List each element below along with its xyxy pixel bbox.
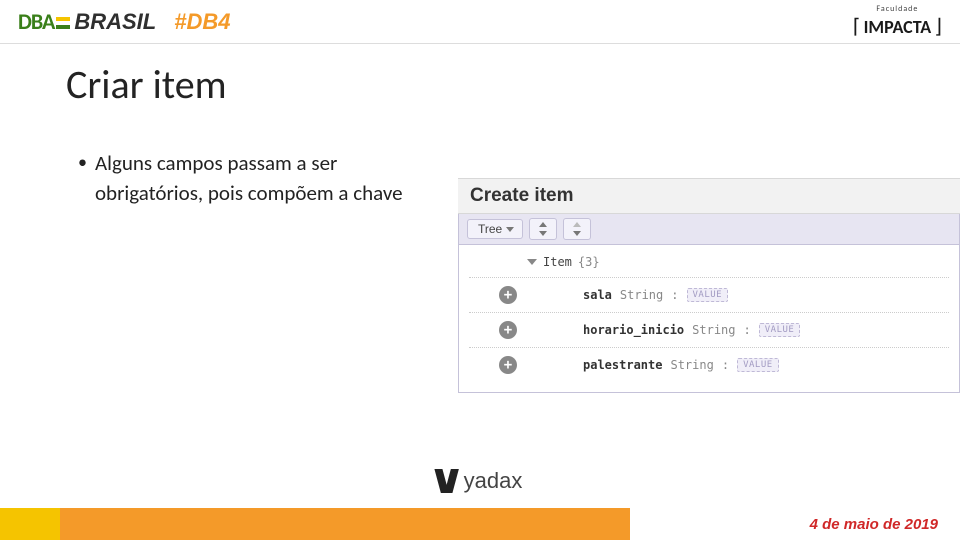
field-colon: :	[671, 288, 678, 302]
panel-toolbar: Tree	[458, 214, 960, 245]
sort-button-1[interactable]	[529, 218, 557, 240]
bullet-marker-icon: •	[78, 148, 87, 176]
footer-stripe-yellow	[0, 508, 60, 540]
field-value-input[interactable]: VALUE	[687, 288, 729, 302]
dba-text: DBA	[18, 8, 54, 35]
field-name: sala	[583, 288, 612, 302]
sort-arrows-icon	[570, 222, 584, 236]
bullet-text: Alguns campos passam a ser obrigatórios,…	[95, 148, 438, 208]
brazil-flag-icon	[56, 17, 70, 29]
tree-root-row[interactable]: Item {3}	[469, 251, 949, 277]
tree-dropdown-button[interactable]: Tree	[467, 219, 523, 239]
field-colon: :	[744, 323, 751, 337]
slide-title: Criar item	[66, 60, 227, 109]
sort-arrows-icon	[536, 222, 550, 236]
yadax-name: yadax	[464, 468, 523, 494]
slide-header: DBA BRASIL #DB4 Faculdade ⌈ IMPACTA ⌋	[0, 0, 960, 44]
footer-date: 4 de maio de 2019	[810, 516, 938, 533]
field-type: String	[692, 323, 735, 337]
dba-brasil-logo: DBA BRASIL	[18, 8, 156, 35]
tree-field-row: + sala String : VALUE	[469, 277, 949, 312]
field-name: palestrante	[583, 358, 662, 372]
field-type: String	[620, 288, 663, 302]
slide: DBA BRASIL #DB4 Faculdade ⌈ IMPACTA ⌋ Cr…	[0, 0, 960, 540]
field-value-input[interactable]: VALUE	[737, 358, 779, 372]
field-name: horario_inicio	[583, 323, 684, 337]
add-field-button[interactable]: +	[499, 286, 517, 304]
impacta-logo: Faculdade ⌈ IMPACTA ⌋	[853, 4, 942, 39]
brasil-text: BRASIL	[74, 9, 156, 35]
impacta-name-row: ⌈ IMPACTA ⌋	[853, 14, 942, 39]
field-value-input[interactable]: VALUE	[759, 323, 801, 337]
db4-hashtag: #DB4	[174, 9, 230, 35]
caret-down-icon	[506, 227, 514, 232]
yadax-mark-icon	[438, 469, 456, 493]
add-field-button[interactable]: +	[499, 356, 517, 374]
panel-title: Create item	[470, 185, 574, 206]
create-item-panel: Create item Tree Item {3} + sala String …	[458, 178, 960, 393]
tree-field-row: + horario_inicio String : VALUE	[469, 312, 949, 347]
yadax-logo: yadax	[438, 468, 523, 494]
bracket-left-icon: ⌈	[853, 14, 861, 39]
impacta-top-text: Faculdade	[876, 4, 918, 14]
bracket-right-icon: ⌋	[934, 14, 942, 39]
tree-area: Item {3} + sala String : VALUE + horario…	[458, 245, 960, 393]
expand-caret-icon	[527, 259, 537, 265]
add-field-button[interactable]: +	[499, 321, 517, 339]
impacta-name: IMPACTA	[864, 16, 932, 38]
header-left-logos: DBA BRASIL #DB4	[18, 8, 230, 35]
panel-header: Create item	[458, 178, 960, 214]
tree-root-label: Item	[543, 255, 572, 269]
footer-stripe-orange	[60, 508, 630, 540]
field-colon: :	[722, 358, 729, 372]
tree-dropdown-label: Tree	[478, 222, 502, 236]
sort-button-2[interactable]	[563, 218, 591, 240]
tree-field-row: + palestrante String : VALUE	[469, 347, 949, 382]
field-type: String	[670, 358, 713, 372]
bullet-item: • Alguns campos passam a ser obrigatório…	[78, 148, 438, 208]
tree-root-count: {3}	[578, 255, 600, 269]
